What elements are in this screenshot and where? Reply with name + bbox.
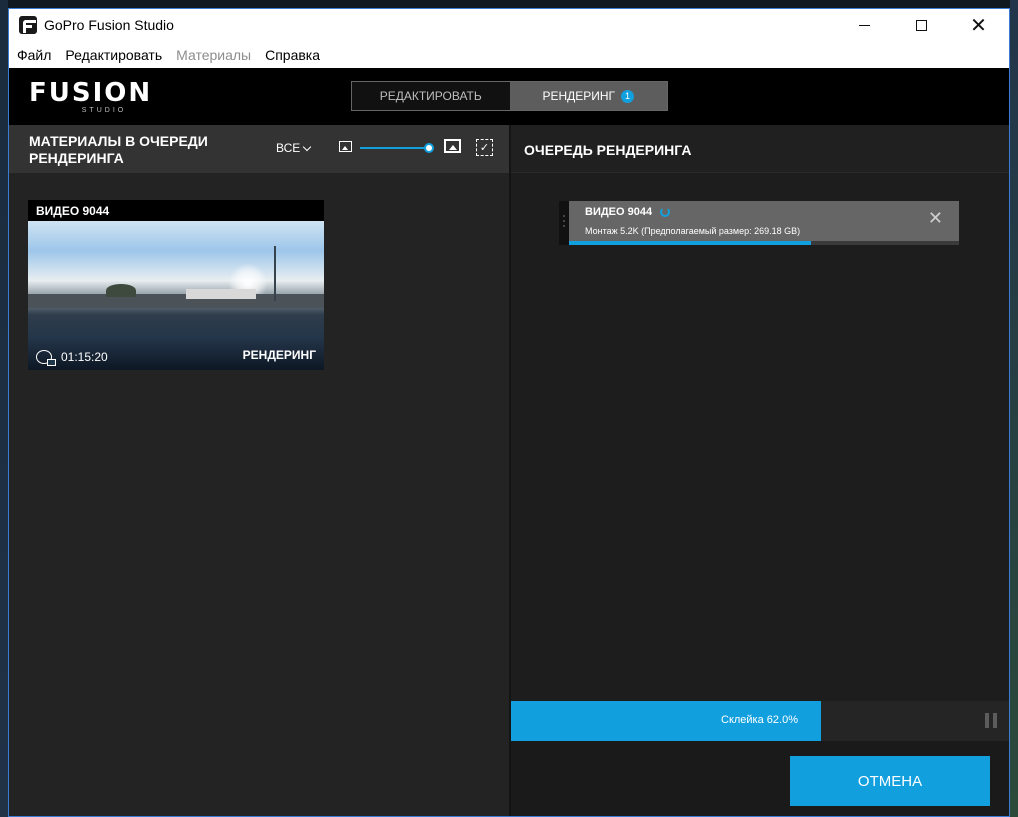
render-queue-panel: ОЧЕРЕДЬ РЕНДЕРИНГА ВИДЕО 9044 Монтаж 5.2…	[511, 125, 1009, 816]
cancel-button[interactable]: ОТМЕНА	[790, 756, 990, 806]
desktop-background-left	[0, 0, 8, 817]
close-icon: ✕	[970, 14, 987, 37]
stitch-progress-label: Склейка 62.0%	[721, 714, 798, 726]
mode-tabs: РЕДАКТИРОВАТЬ РЕНДЕРИНГ 1	[351, 81, 668, 111]
video-thumbnail: 01:15:20 РЕНДЕРИНГ	[28, 221, 324, 370]
minimize-icon	[859, 25, 870, 26]
logo-sub-text: STUDIO	[81, 107, 127, 114]
media-queue-title: МАТЕРИАЛЫ В ОЧЕРЕДИ РЕНДЕРИНГА	[29, 133, 208, 166]
desktop-background-right	[1010, 0, 1018, 817]
tab-edit-label: РЕДАКТИРОВАТЬ	[379, 89, 482, 103]
window-title: GoPro Fusion Studio	[44, 17, 174, 33]
large-thumbnail-icon[interactable]	[444, 139, 461, 153]
menu-media[interactable]: Материалы	[176, 47, 251, 63]
thumbnail-horizon	[28, 294, 324, 308]
queue-item-title-row: ВИДЕО 9044	[585, 206, 671, 218]
logo-main-text: FUSION	[29, 78, 153, 108]
tab-render[interactable]: РЕНДЕРИНГ 1	[509, 82, 667, 110]
media-card[interactable]: ВИДЕО 9044 01:15:20 РЕНДЕРИНГ	[28, 200, 324, 370]
menu-file[interactable]: Файл	[17, 47, 51, 63]
media-card-title: ВИДЕО 9044	[28, 200, 324, 221]
queue-item-details: Монтаж 5.2K (Предполагаемый размер: 269.…	[585, 226, 801, 236]
filter-dropdown[interactable]: ВСЕ	[276, 141, 312, 155]
queue-item-progress-track	[569, 241, 959, 245]
thumbnail-lamp-post	[274, 246, 276, 301]
stitch-progress-bar: Склейка 62.0%	[511, 701, 1009, 741]
render-count-badge: 1	[621, 89, 635, 103]
media-duration: 01:15:20	[61, 350, 108, 364]
maximize-button[interactable]	[893, 9, 950, 42]
drag-handle[interactable]	[559, 201, 569, 245]
thumbnail-size-slider[interactable]	[360, 147, 430, 149]
queue-item-progress	[569, 241, 811, 245]
sync-icon	[660, 207, 671, 217]
360-camera-icon	[36, 350, 56, 366]
media-queue-panel: МАТЕРИАЛЫ В ОЧЕРЕДИ РЕНДЕРИНГА ВСЕ ✓ ВИД…	[9, 125, 509, 816]
tab-render-label: РЕНДЕРИНГ	[542, 89, 616, 103]
app-window: GoPro Fusion Studio ✕ Файл Редактировать…	[8, 8, 1010, 817]
remove-queue-item-button[interactable]: ✕	[928, 209, 943, 227]
gopro-app-icon	[19, 16, 37, 34]
queue-item[interactable]: ВИДЕО 9044 Монтаж 5.2K (Предполагаемый р…	[559, 201, 959, 245]
close-window-button[interactable]: ✕	[950, 9, 1007, 42]
thumbnail-trees	[106, 284, 136, 297]
minimize-button[interactable]	[836, 9, 893, 42]
media-duration-row: 01:15:20	[36, 350, 108, 366]
render-queue-header: ОЧЕРЕДЬ РЕНДЕРИНГА	[511, 125, 1009, 173]
small-thumbnail-icon[interactable]	[339, 141, 352, 152]
media-queue-header: МАТЕРИАЛЫ В ОЧЕРЕДИ РЕНДЕРИНГА ВСЕ ✓	[9, 125, 509, 173]
chevron-down-icon	[303, 142, 312, 151]
maximize-icon	[916, 20, 927, 31]
select-all-icon[interactable]: ✓	[476, 139, 493, 156]
filter-label: ВСЕ	[276, 141, 301, 155]
media-render-status: РЕНДЕРИНГ	[242, 348, 316, 362]
render-queue-title: ОЧЕРЕДЬ РЕНДЕРИНГА	[524, 142, 692, 158]
title-bar: GoPro Fusion Studio ✕	[9, 9, 1009, 42]
menu-edit[interactable]: Редактировать	[65, 47, 162, 63]
tab-edit[interactable]: РЕДАКТИРОВАТЬ	[352, 82, 510, 110]
render-actions: ОТМЕНА	[511, 741, 1009, 816]
slider-handle[interactable]	[424, 143, 434, 153]
pause-icon[interactable]	[985, 713, 997, 728]
menu-help[interactable]: Справка	[265, 47, 320, 63]
fusion-studio-logo: FUSION STUDIO	[29, 80, 159, 114]
menu-bar: Файл Редактировать Материалы Справка	[9, 42, 1009, 68]
thumbnail-building	[186, 289, 256, 299]
queue-item-title: ВИДЕО 9044	[585, 206, 653, 218]
app-header: FUSION STUDIO РЕДАКТИРОВАТЬ РЕНДЕРИНГ 1	[9, 68, 1009, 125]
